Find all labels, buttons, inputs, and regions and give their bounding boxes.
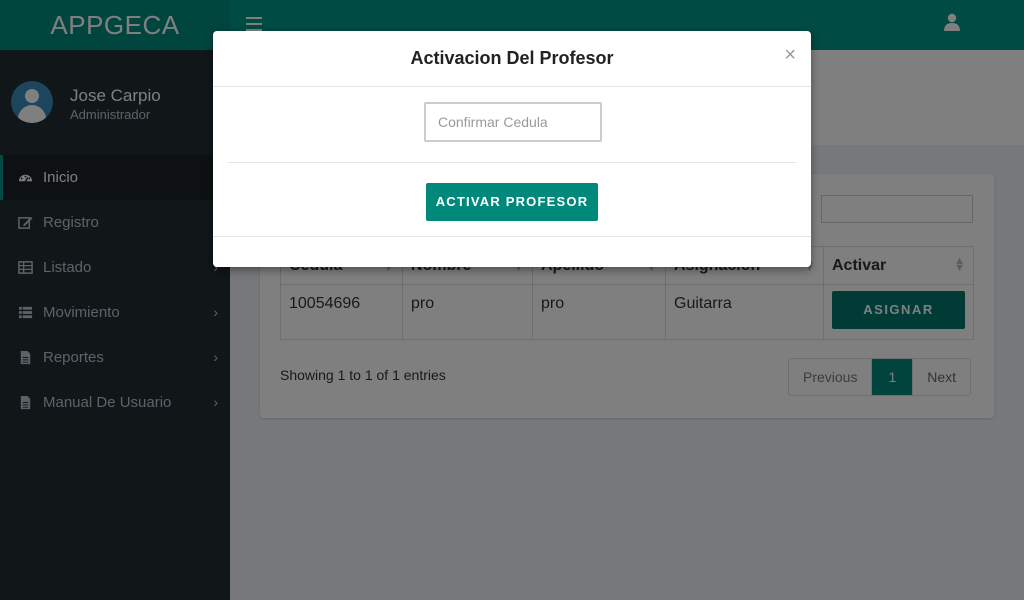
confirm-cedula-input[interactable]: Confirmar Cedula — [424, 102, 602, 142]
activar-profesor-button[interactable]: ACTIVAR PROFESOR — [426, 183, 598, 221]
divider — [213, 86, 811, 87]
activation-modal: Activacion Del Profesor × Confirmar Cedu… — [213, 31, 811, 267]
close-icon[interactable]: × — [784, 45, 796, 65]
modal-title: Activacion Del Profesor — [410, 48, 614, 68]
divider — [228, 162, 796, 163]
divider — [213, 236, 811, 237]
